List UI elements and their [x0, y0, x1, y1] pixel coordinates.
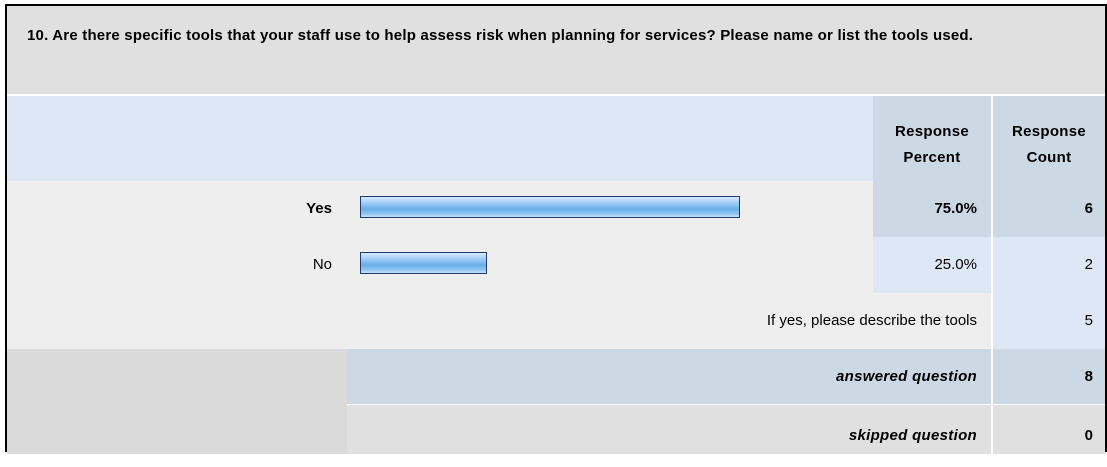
row-label-no: No	[7, 237, 347, 293]
skipped-question-label: skipped question	[347, 405, 991, 454]
bar-track-no	[347, 237, 873, 293]
percent-no: 25.0%	[873, 237, 991, 293]
bar-no	[360, 252, 487, 274]
answered-question-label: answered question	[347, 349, 991, 404]
skipped-question-count: 0	[993, 405, 1105, 454]
answered-question-count: 8	[993, 349, 1105, 404]
survey-question-table: 10. Are there specific tools that your s…	[5, 4, 1107, 454]
header-blank	[7, 96, 873, 181]
summary-blank	[7, 349, 347, 454]
other-responses-count: 5	[993, 293, 1105, 349]
header-response-count: Response Count	[993, 96, 1105, 181]
other-responses-label: If yes, please describe the tools	[7, 293, 991, 349]
percent-yes: 75.0%	[873, 181, 991, 237]
count-yes: 6	[993, 181, 1105, 237]
header-response-percent: Response Percent	[873, 96, 991, 181]
bar-track-yes	[347, 181, 873, 237]
question-title: 10. Are there specific tools that your s…	[7, 6, 1105, 95]
bar-yes	[360, 196, 740, 218]
count-no: 2	[993, 237, 1105, 293]
row-label-yes: Yes	[7, 181, 347, 237]
